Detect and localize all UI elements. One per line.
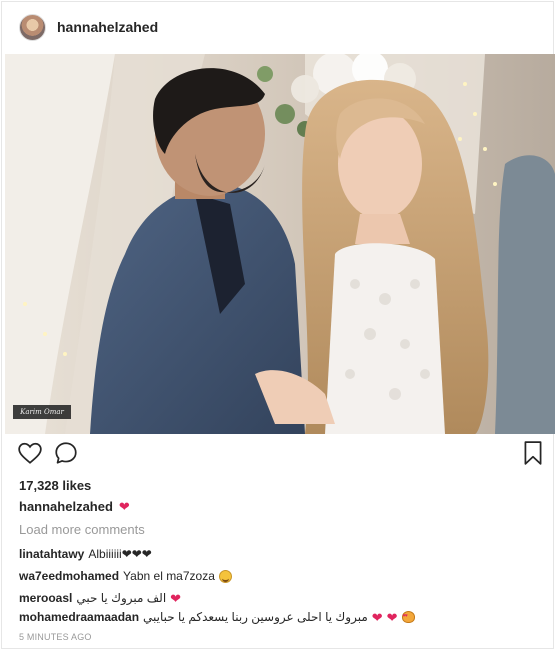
comment-username[interactable]: merooasl xyxy=(19,591,72,605)
avatar[interactable] xyxy=(19,14,46,41)
wedding-photo-illustration xyxy=(5,54,555,434)
heart-outline-icon xyxy=(18,442,42,464)
comment-text: مبروك يا احلى عروسين ربنا يسعدكم يا حباي… xyxy=(143,610,368,624)
instagram-post: hannahelzahed Karim Omar 17,328 likes ha… xyxy=(1,1,555,649)
comment-bubble-icon xyxy=(55,442,77,464)
heart-emoji-icon: ❤ xyxy=(386,609,398,625)
post-photo[interactable]: Karim Omar xyxy=(5,54,555,434)
load-more-comments-link[interactable]: Load more comments xyxy=(19,522,145,537)
comment-item: merooasl الف مبروك يا حبي ❤ xyxy=(19,591,181,605)
save-button[interactable] xyxy=(522,440,548,468)
comment-text: Albiiiiii❤❤❤ xyxy=(88,547,152,561)
comment-username[interactable]: linatahtawy xyxy=(19,547,84,561)
like-button[interactable] xyxy=(17,440,43,468)
comment-item: linatahtawy Albiiiiii❤❤❤ xyxy=(19,547,152,561)
comment-username[interactable]: wa7eedmohamed xyxy=(19,569,119,583)
cat-heart-eyes-emoji-icon xyxy=(401,611,415,623)
post-username[interactable]: hannahelzahed xyxy=(57,19,158,35)
caption: hannahelzahed ❤ xyxy=(19,499,130,514)
like-count[interactable]: 17,328 likes xyxy=(19,478,91,493)
photo-watermark: Karim Omar xyxy=(13,405,71,419)
heart-emoji-icon: ❤ xyxy=(170,590,182,606)
grinning-face-emoji-icon xyxy=(218,569,232,583)
bookmark-icon xyxy=(524,441,542,465)
comment-username[interactable]: mohamedraamaadan xyxy=(19,610,139,624)
comment-item: wa7eedmohamed Yabn el ma7zoza xyxy=(19,569,232,583)
caption-heart-emoji: ❤ xyxy=(118,499,130,514)
heart-emoji-icon: ❤ xyxy=(371,609,383,625)
action-bar xyxy=(2,440,553,474)
comment-text: الف مبروك يا حبي xyxy=(76,591,167,605)
caption-username[interactable]: hannahelzahed xyxy=(19,499,113,514)
post-timestamp: 5 MINUTES AGO xyxy=(19,632,92,642)
comment-item: mohamedraamaadan مبروك يا احلى عروسين رب… xyxy=(19,610,415,624)
comment-text: Yabn el ma7zoza xyxy=(123,569,215,583)
post-header: hannahelzahed xyxy=(2,2,553,53)
comment-button[interactable] xyxy=(53,440,79,468)
